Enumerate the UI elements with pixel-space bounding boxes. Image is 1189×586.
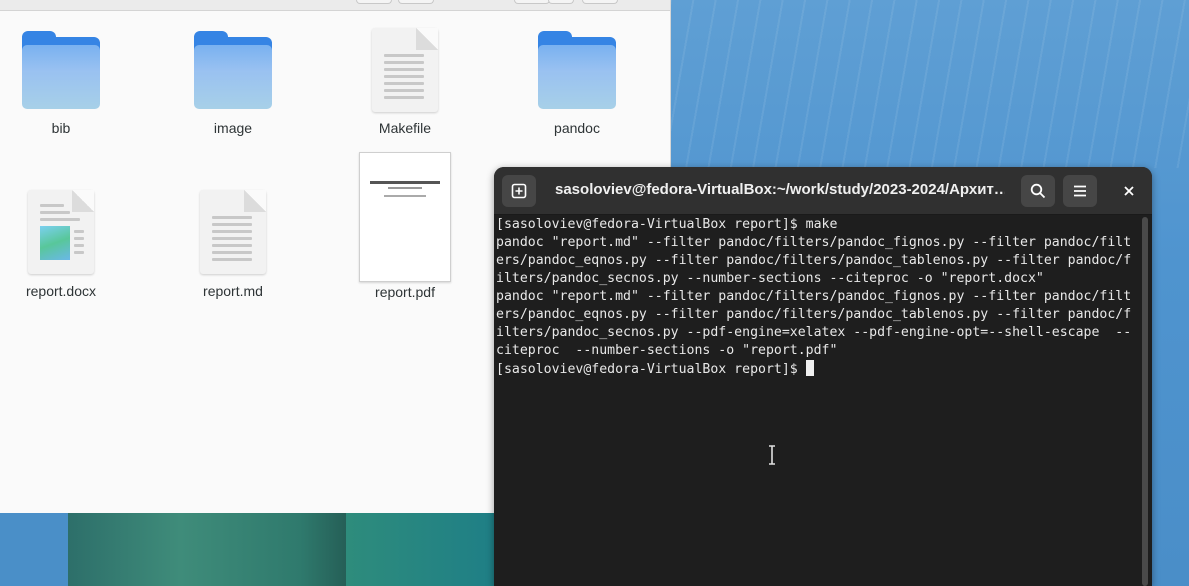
menu-button[interactable]	[1063, 175, 1097, 207]
terminal-header-bar[interactable]: sasoloviev@fedora-VirtualBox:~/work/stud…	[494, 167, 1152, 215]
terminal-line: ers/pandoc_eqnos.py --filter pandoc/filt…	[496, 253, 1132, 268]
toolbar-button[interactable]	[548, 0, 574, 4]
file-manager-toolbar	[0, 0, 670, 11]
terminal-line: citeproc --number-sections -o "report.pd…	[496, 343, 838, 358]
file-item-label: Makefile	[378, 120, 432, 136]
toolbar-button[interactable]	[356, 0, 392, 4]
toolbar-button[interactable]	[514, 0, 550, 4]
text-cursor	[805, 360, 814, 376]
terminal-scrollbar[interactable]	[1142, 217, 1148, 586]
file-item-report-md[interactable]: report.md	[173, 190, 293, 302]
new-tab-button[interactable]	[502, 175, 536, 207]
new-tab-icon	[511, 183, 527, 199]
file-item-label: pandoc	[554, 120, 600, 136]
file-item-report-pdf[interactable]: report.pdf	[345, 152, 465, 302]
text-file-icon	[200, 190, 266, 274]
terminal-prompt-line[interactable]: [sasoloviev@fedora-VirtualBox report]$	[496, 360, 1136, 379]
file-item-label: report.pdf	[375, 284, 435, 300]
terminal-line: [sasoloviev@fedora-VirtualBox report]$ m…	[496, 217, 838, 232]
hamburger-menu-icon	[1074, 185, 1086, 197]
file-item-label: image	[213, 120, 253, 136]
pdf-thumbnail	[359, 152, 451, 282]
pdf-thumbnail-title	[370, 181, 440, 184]
terminal-prompt: [sasoloviev@fedora-VirtualBox report]$	[496, 362, 806, 377]
close-button[interactable]	[1114, 176, 1144, 206]
toolbar-button[interactable]	[582, 0, 618, 4]
desktop-wallpaper	[670, 0, 1189, 168]
file-item-pandoc[interactable]: pandoc	[517, 30, 637, 140]
terminal-line: ilters/pandoc_secnos.py --pdf-engine=xel…	[496, 325, 1132, 340]
file-item-makefile[interactable]: Makefile	[345, 28, 465, 140]
terminal-line: ilters/pandoc_secnos.py --number-section…	[496, 271, 1044, 286]
file-item-image[interactable]: image	[173, 30, 293, 140]
terminal-output[interactable]: [sasoloviev@fedora-VirtualBox report]$ m…	[496, 216, 1136, 586]
toolbar-button[interactable]	[398, 0, 434, 4]
folder-icon	[22, 31, 100, 109]
text-file-icon	[372, 28, 438, 112]
text-ibeam-cursor-icon	[769, 445, 775, 465]
desktop-wallpaper-strip	[0, 513, 494, 586]
file-item-bib[interactable]: bib	[1, 30, 121, 140]
folder-icon	[194, 31, 272, 109]
terminal-line: ers/pandoc_eqnos.py --filter pandoc/filt…	[496, 307, 1132, 322]
terminal-line: pandoc "report.md" --filter pandoc/filte…	[496, 235, 1132, 250]
file-item-label: report.docx	[25, 283, 97, 299]
folder-icon	[538, 31, 616, 109]
terminal-line: pandoc "report.md" --filter pandoc/filte…	[496, 289, 1132, 304]
document-file-icon	[28, 190, 94, 274]
file-item-label: report.md	[203, 283, 263, 299]
search-button[interactable]	[1021, 175, 1055, 207]
search-icon	[1030, 183, 1046, 199]
close-icon	[1124, 186, 1134, 196]
file-item-label: bib	[51, 120, 71, 136]
terminal-title: sasoloviev@fedora-VirtualBox:~/work/stud…	[555, 181, 1005, 198]
file-item-report-docx[interactable]: report.docx	[1, 190, 121, 302]
terminal-window[interactable]: sasoloviev@fedora-VirtualBox:~/work/stud…	[494, 167, 1152, 586]
